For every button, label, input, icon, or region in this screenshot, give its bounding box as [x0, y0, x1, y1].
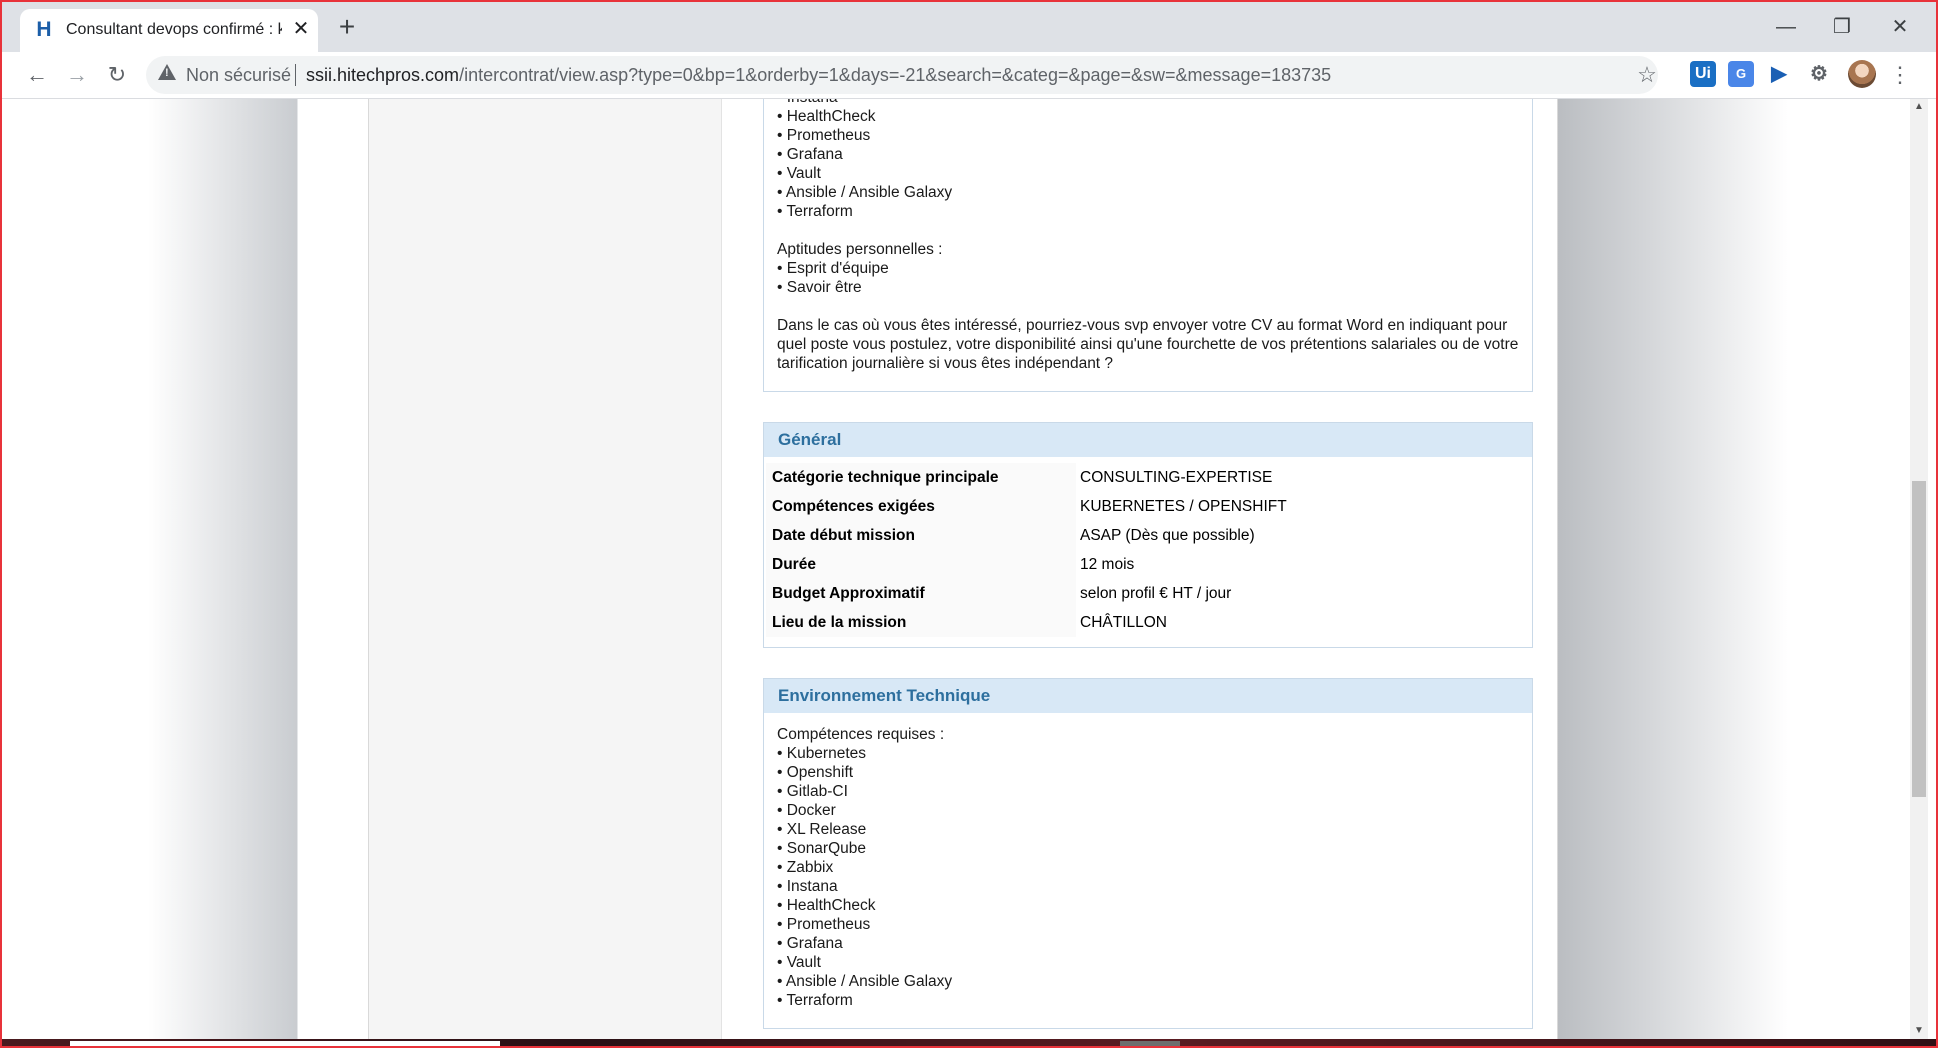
reload-icon[interactable]: ↻ — [102, 60, 132, 90]
skill-item: • Docker — [777, 802, 836, 819]
environment-intro: Compétences requises : — [777, 726, 945, 743]
skill-item: • Zabbix — [777, 859, 834, 876]
skill-item: • Terraform — [777, 992, 853, 1009]
restore-icon[interactable]: ❐ — [1822, 10, 1862, 44]
skill-item: • Gitlab-CI — [777, 783, 848, 800]
bookmark-star-icon[interactable]: ☆ — [1632, 60, 1662, 90]
table-row: Catégorie technique principale CONSULTIN… — [766, 463, 1289, 492]
left-column — [369, 99, 722, 1039]
info-value: KUBERNETES / OPENSHIFT — [1080, 497, 1287, 515]
ui-extension-icon[interactable]: Ui — [1690, 61, 1716, 87]
main-content: • Instana • HealthCheck • Prometheus • G… — [763, 99, 1533, 1039]
general-section: Général Catégorie technique principale C… — [763, 422, 1533, 648]
environment-section-title: Environnement Technique — [764, 679, 1532, 713]
skill-item: • Instana — [777, 878, 838, 895]
scrollbar-thumb[interactable] — [1912, 481, 1926, 797]
skill-item: • XL Release — [777, 821, 867, 838]
info-value: ASAP (Dès que possible) — [1080, 526, 1255, 544]
info-value: selon profil € HT / jour — [1080, 584, 1232, 602]
info-label: Lieu de la mission — [766, 608, 1076, 637]
skill-item: • Kubernetes — [777, 745, 867, 762]
skill-item: • Grafana — [777, 935, 843, 952]
url-host: ssii.hitechpros.com — [306, 65, 460, 85]
os-taskbar — [0, 1039, 1938, 1048]
info-label: Catégorie technique principale — [766, 463, 1076, 492]
tool-item: • Terraform — [777, 203, 853, 220]
description-partial-line: • Instana — [777, 99, 1519, 107]
tab-close-icon[interactable]: ✕ — [290, 18, 312, 40]
browser-tab[interactable]: H Consultant devops confirmé : kub ✕ — [20, 9, 318, 52]
page-viewport: • Instana • HealthCheck • Prometheus • G… — [8, 99, 1910, 1039]
info-value: CONSULTING-EXPERTISE — [1080, 468, 1273, 486]
table-row: Durée 12 mois — [766, 550, 1289, 579]
address-bar[interactable]: Non sécurisé ssii.hitechpros.com/interco… — [146, 56, 1658, 94]
security-label[interactable]: Non sécurisé — [186, 65, 291, 86]
aptitudes-title: Aptitudes personnelles : — [777, 241, 943, 258]
description-box: • Instana • HealthCheck • Prometheus • G… — [763, 99, 1533, 392]
taskbar-item[interactable] — [70, 1041, 500, 1048]
warning-icon — [158, 64, 176, 80]
tool-item: • Grafana — [777, 146, 843, 163]
aptitude-item: • Esprit d'équipe — [777, 260, 889, 277]
environment-section: Environnement Technique Compétences requ… — [763, 678, 1533, 1029]
address-separator — [295, 64, 296, 86]
general-section-title: Général — [764, 423, 1532, 457]
taskbar-item[interactable] — [1120, 1041, 1180, 1048]
skill-item: • Ansible / Ansible Galaxy — [777, 973, 953, 990]
info-value: 12 mois — [1080, 555, 1135, 573]
scroll-up-icon[interactable]: ▲ — [1910, 99, 1928, 115]
info-value: CHÂTILLON — [1080, 613, 1167, 631]
skill-item: • Prometheus — [777, 916, 871, 933]
table-row: Budget Approximatif selon profil € HT / … — [766, 579, 1289, 608]
minimize-icon[interactable]: — — [1766, 10, 1806, 44]
info-label: Date début mission — [766, 521, 1076, 550]
forward-arrow-icon[interactable]: → — [62, 60, 92, 90]
aptitude-item: • Savoir être — [777, 279, 862, 296]
skill-item: • SonarQube — [777, 840, 867, 857]
tool-item: • Vault — [777, 165, 821, 182]
extensions-puzzle-icon[interactable]: ⚙ — [1806, 61, 1832, 87]
scroll-down-icon[interactable]: ▼ — [1910, 1023, 1928, 1039]
back-arrow-icon[interactable]: ← — [22, 60, 52, 90]
site-favicon-icon: H — [36, 18, 52, 41]
skill-item: • Openshift — [777, 764, 854, 781]
tool-item: • Ansible / Ansible Galaxy — [777, 184, 953, 201]
info-label: Compétences exigées — [766, 492, 1076, 521]
table-row: Compétences exigées KUBERNETES / OPENSHI… — [766, 492, 1289, 521]
play-extension-icon[interactable]: ▶ — [1766, 61, 1792, 87]
tab-strip: H Consultant devops confirmé : kub ✕ + —… — [0, 0, 1938, 52]
url-path: /intercontrat/view.asp?type=0&bp=1&order… — [459, 65, 1332, 85]
profile-avatar[interactable] — [1848, 60, 1876, 88]
vertical-scrollbar[interactable]: ▲ ▼ — [1910, 99, 1928, 1039]
new-tab-button[interactable]: + — [334, 13, 360, 41]
page-container: • Instana • HealthCheck • Prometheus • G… — [368, 99, 1558, 1039]
skill-item: • HealthCheck — [777, 897, 876, 914]
translate-extension-icon[interactable]: G — [1728, 61, 1754, 87]
url-text[interactable]: ssii.hitechpros.com/intercontrat/view.as… — [306, 65, 1331, 86]
tool-item: • HealthCheck — [777, 108, 876, 125]
skill-item: • Vault — [777, 954, 821, 971]
table-row: Lieu de la mission CHÂTILLON — [766, 608, 1289, 637]
closing-paragraph: Dans le cas où vous êtes intéressé, pour… — [777, 317, 1519, 372]
info-label: Budget Approximatif — [766, 579, 1076, 608]
general-info-table: Catégorie technique principale CONSULTIN… — [766, 463, 1289, 637]
info-label: Durée — [766, 550, 1076, 579]
tab-title: Consultant devops confirmé : kub — [66, 21, 282, 38]
window-close-icon[interactable]: ✕ — [1880, 10, 1920, 44]
browser-menu-icon[interactable]: ⋮ — [1888, 60, 1912, 90]
table-row: Date début mission ASAP (Dès que possibl… — [766, 521, 1289, 550]
tool-item: • Prometheus — [777, 127, 871, 144]
